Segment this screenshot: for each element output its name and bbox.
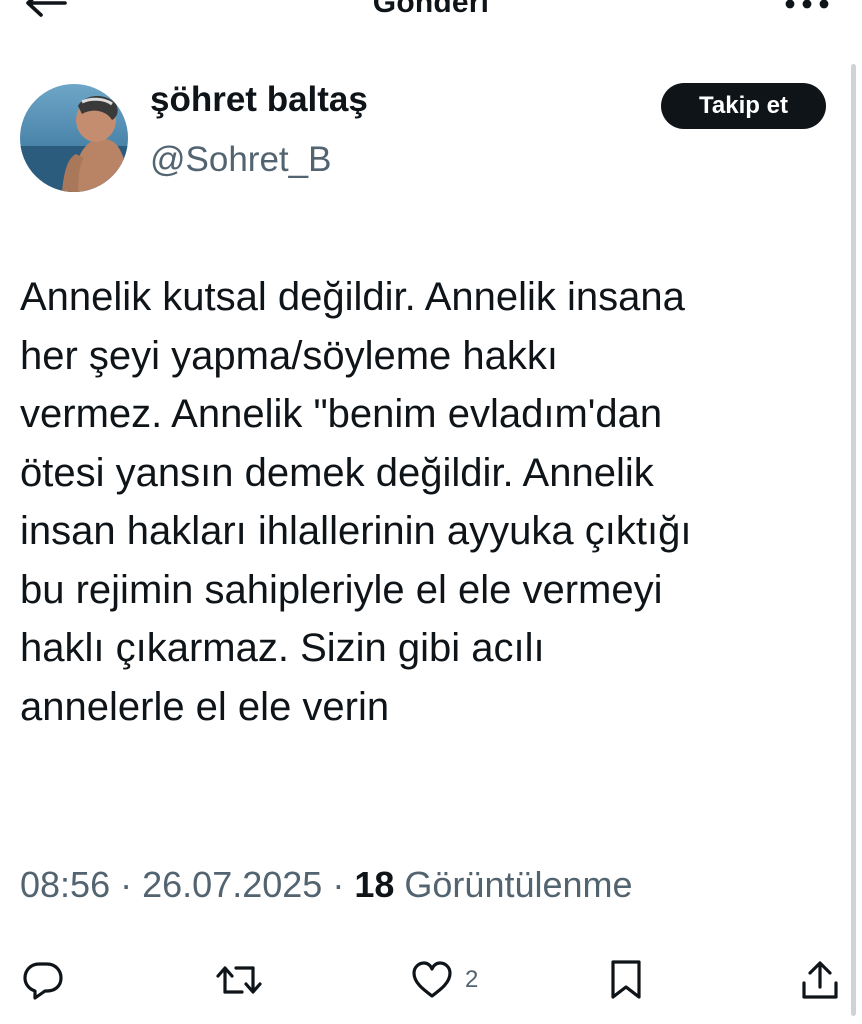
tweet-line: vermez. Annelik "benim evladım'dan [20, 392, 663, 436]
more-button[interactable] [782, 0, 832, 20]
tweet-line: annelerle el ele verin [20, 684, 390, 729]
views-count: 18 [354, 864, 395, 905]
heart-icon [411, 960, 453, 1000]
share-icon [800, 959, 840, 1001]
bookmark-button[interactable] [608, 957, 644, 1003]
share-button[interactable] [800, 957, 840, 1003]
more-horizontal-icon [784, 0, 830, 15]
reply-button[interactable] [22, 957, 64, 1003]
tweet-line: insan hakları ihlallerinin ayyuka çıktığ… [20, 509, 692, 553]
tweet-line: ötesi yansın demek değildir. Annelik [20, 450, 654, 495]
views-label: Görüntülenme [404, 864, 633, 905]
tweet-date[interactable]: 26.07.2025 [142, 864, 322, 905]
page-title: Gönderi [372, 0, 490, 19]
avatar[interactable] [20, 84, 128, 192]
meta-separator: · [120, 864, 133, 905]
tweet-line: bu rejimin sahipleriyle el ele vermeyi [20, 567, 663, 612]
scrollbar[interactable] [851, 64, 856, 1016]
user-handle[interactable]: @Sohret_B [150, 140, 331, 180]
tweet-text: Annelik kutsal değildir. Annelik insana … [20, 268, 850, 736]
retweet-icon [214, 960, 264, 1000]
meta-separator: · [332, 864, 345, 905]
like-button[interactable]: 2 [411, 957, 478, 1003]
reply-icon [22, 960, 64, 1000]
tweet-meta: 08:56 · 26.07.2025 · 18 Görüntülenme [20, 864, 633, 906]
tweet-line: Annelik kutsal değildir. Annelik insana [20, 275, 685, 319]
like-count: 2 [465, 966, 479, 993]
tweet-line: her şeyi yapma/söyleme hakkı [20, 333, 559, 378]
bookmark-icon [608, 959, 644, 1001]
tweet-time[interactable]: 08:56 [20, 864, 110, 905]
retweet-button[interactable] [214, 957, 264, 1003]
top-bar: Gönderi [0, 0, 862, 40]
display-name[interactable]: şöhret baltaş [150, 80, 368, 120]
tweet-line: haklı çıkarmaz. Sizin gibi acılı [20, 626, 545, 670]
follow-button[interactable]: Takip et [661, 83, 826, 129]
